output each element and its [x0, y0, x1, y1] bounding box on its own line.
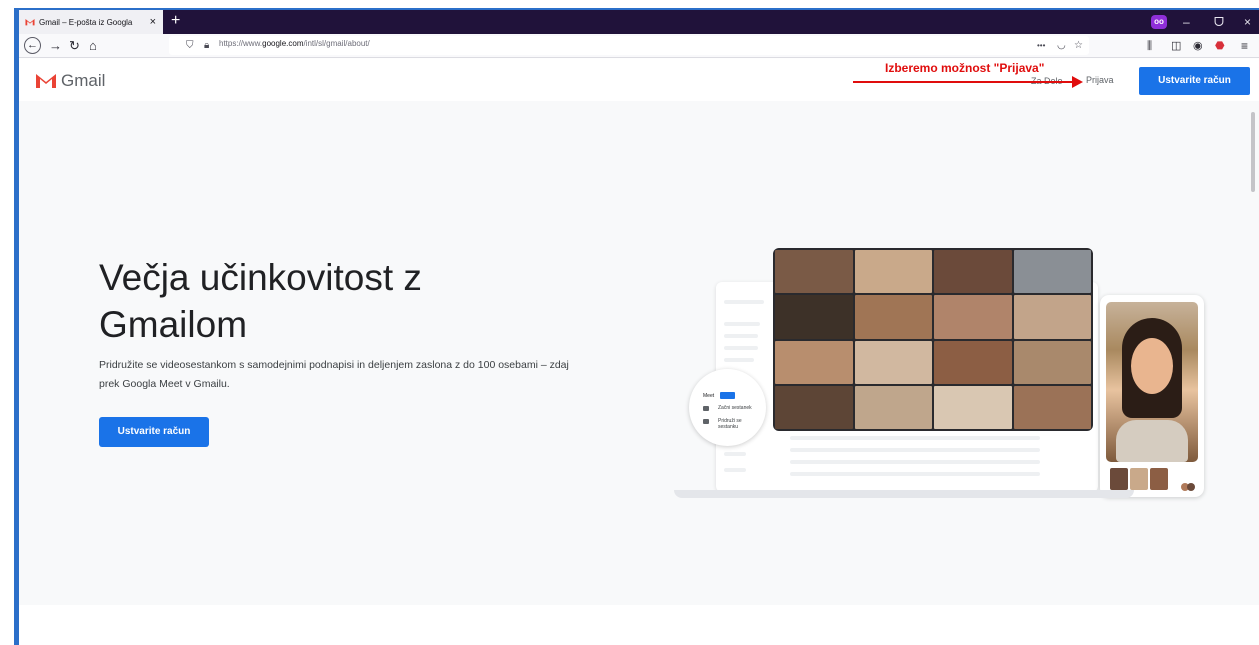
participant-tile [775, 385, 853, 429]
page-actions-icon[interactable]: ••• [1037, 37, 1045, 54]
participant-tile [934, 250, 1012, 294]
participant-tile [1013, 340, 1091, 384]
new-tab-button[interactable]: + [171, 11, 180, 31]
back-icon[interactable]: ← [24, 37, 41, 54]
participant-tile [854, 250, 932, 294]
lock-icon[interactable]: 🔒︎ [204, 37, 209, 54]
inbox-line [790, 436, 1040, 440]
keyboard-icon [703, 419, 709, 424]
inbox-line [724, 358, 754, 362]
inbox-line [790, 472, 1040, 476]
participant-tile [775, 295, 853, 339]
hero-create-account-button[interactable]: Ustvarite račun [99, 417, 209, 447]
restore-icon[interactable]: ᗜ [1214, 13, 1224, 31]
shield-icon[interactable]: ⛉ [186, 37, 194, 54]
annotation-arrow-line [853, 81, 1074, 83]
meet-label: Meet [703, 393, 715, 399]
participant-tile [934, 340, 1012, 384]
adblock-icon[interactable]: ⬣ [1215, 37, 1225, 55]
inbox-line [724, 334, 758, 338]
hero-description: Pridružite se videosestankom s samodejni… [99, 359, 569, 390]
inbox-line [724, 300, 764, 304]
home-icon[interactable]: ⌂ [89, 37, 97, 55]
participant-tile [854, 340, 932, 384]
participant-tile [775, 340, 853, 384]
inbox-line [724, 346, 758, 350]
inbox-line [790, 460, 1040, 464]
participant-thumbnail [1110, 468, 1128, 490]
phone-person-shirt [1116, 420, 1188, 462]
gmail-logo-icon[interactable] [35, 72, 57, 89]
annotation-arrow-head-icon [1072, 76, 1083, 88]
tab-close-icon[interactable]: × [150, 15, 156, 29]
minimize-icon[interactable]: – [1183, 13, 1190, 31]
sidebar-icon[interactable]: ◫ [1171, 37, 1181, 55]
screenshot-frame: Gmail – E-pošta iz Googla × + oo – ᗜ × ←… [0, 0, 1259, 645]
participant-tile [854, 385, 932, 429]
gmail-logo-text[interactable]: Gmail [61, 71, 105, 91]
inbox-line [790, 448, 1040, 452]
close-window-icon[interactable]: × [1244, 13, 1251, 31]
laptop-base [674, 490, 1134, 498]
reload-icon[interactable]: ↻ [69, 37, 80, 55]
video-camera-icon [703, 406, 709, 411]
more-participants-icon [1179, 468, 1197, 491]
star-icon[interactable]: ☆ [1074, 37, 1083, 54]
url-text: https://www.google.com/intl/sl/gmail/abo… [219, 39, 370, 48]
inbox-line [724, 468, 746, 472]
meet-start-item: Začni sestanek [718, 405, 752, 411]
tab-title: Gmail – E-pošta iz Googla [39, 17, 133, 27]
participant-thumbnail [1150, 468, 1168, 490]
participant-tile [1013, 295, 1091, 339]
participant-tile [934, 295, 1012, 339]
meet-video-grid [773, 248, 1093, 431]
browser-tab[interactable]: Gmail – E-pošta iz Googla × [19, 10, 163, 34]
annotation-text: Izberemo možnost "Prijava" [885, 61, 1045, 75]
pocket-icon[interactable]: ◡ [1057, 37, 1066, 54]
inbox-line [724, 452, 746, 456]
participant-tile [1013, 250, 1091, 294]
hero-title: Večja učinkovitost z Gmailom [99, 257, 422, 345]
browser-tab-bar: Gmail – E-pošta iz Googla × + oo – ᗜ × [19, 10, 1259, 34]
participant-tile [934, 385, 1012, 429]
scrollbar-thumb[interactable] [1251, 112, 1255, 192]
participant-tile [775, 250, 853, 294]
library-icon[interactable]: ⫼ [1147, 37, 1152, 55]
address-bar[interactable]: ⛉ 🔒︎ https://www.google.com/intl/sl/gmai… [169, 36, 1089, 55]
participant-tile [1013, 385, 1091, 429]
participant-thumbnail [1130, 468, 1148, 490]
create-account-button[interactable]: Ustvarite račun [1139, 67, 1250, 95]
menu-icon[interactable]: ≡ [1241, 37, 1248, 55]
meet-join-item: Pridruži se sestanku [718, 418, 742, 430]
browser-nav-bar: ← → ↻ ⌂ ⛉ 🔒︎ https://www.google.com/intl… [19, 34, 1259, 58]
extension-badge-icon[interactable]: oo [1151, 15, 1167, 29]
meet-new-tag [720, 392, 735, 399]
account-icon[interactable]: ◉ [1193, 37, 1203, 55]
phone-person-face [1131, 338, 1173, 394]
signin-link[interactable]: Prijava [1086, 75, 1114, 85]
inbox-line [724, 322, 760, 326]
gmail-favicon-icon [25, 19, 35, 26]
forward-icon[interactable]: → [49, 37, 62, 55]
participant-tile [854, 295, 932, 339]
